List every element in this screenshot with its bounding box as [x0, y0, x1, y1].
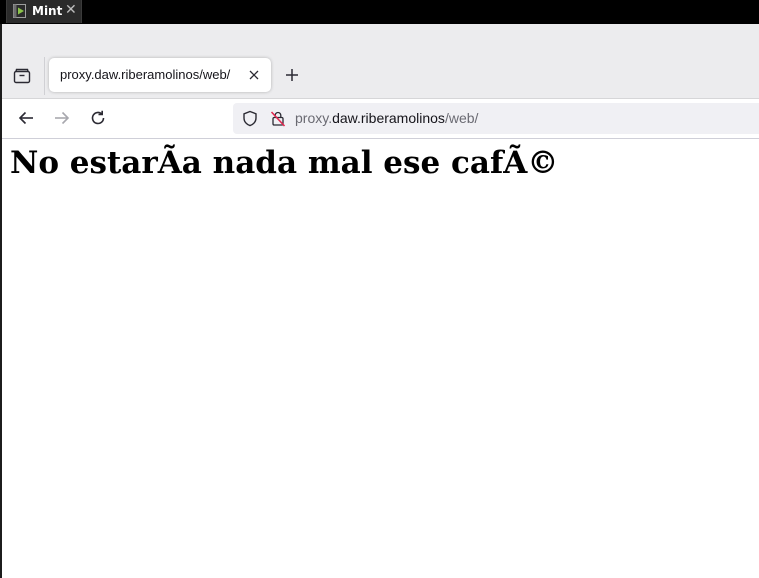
close-icon[interactable] [247, 68, 261, 82]
vm-tab-mint[interactable]: Mint ✕ [6, 0, 82, 23]
url-text[interactable]: proxy.daw.riberamolinos/web/ [295, 110, 478, 126]
browser-window: proxy.daw.riberamolinos/web/ proxy.daw.r… [0, 24, 759, 578]
tab-title: proxy.daw.riberamolinos/web/ [60, 67, 231, 82]
vm-tab-bar: Mint ✕ [0, 0, 759, 24]
navigation-toolbar: proxy.daw.riberamolinos/web/ [2, 98, 759, 139]
tab-overview-icon[interactable] [11, 65, 33, 87]
reload-icon[interactable] [89, 109, 107, 127]
url-prefix: proxy. [295, 110, 333, 126]
tab-active[interactable]: proxy.daw.riberamolinos/web/ [49, 58, 271, 92]
tab-separator [44, 57, 45, 95]
screen: Mint ✕ proxy.daw.riberamolinos/web/ prox… [0, 0, 759, 578]
vm-tab-label: Mint [32, 4, 63, 18]
arrow-left-icon[interactable] [17, 109, 35, 127]
url-domain: daw.riberamolinos [332, 110, 445, 126]
tab-strip: proxy.daw.riberamolinos/web/ [2, 24, 759, 98]
plus-icon[interactable] [284, 67, 300, 83]
vm-close-icon[interactable]: ✕ [65, 2, 77, 18]
page-heading: No estarÃa nada mal ese cafÃ© [10, 145, 559, 181]
page-content: No estarÃa nada mal ese cafÃ© [2, 139, 759, 578]
url-path: /web/ [444, 110, 479, 126]
arrow-right-icon[interactable] [53, 109, 71, 127]
vm-play-icon [13, 4, 26, 18]
url-bar[interactable]: proxy.daw.riberamolinos/web/ [233, 103, 759, 134]
insecure-lock-icon[interactable] [270, 110, 286, 127]
shield-icon[interactable] [242, 110, 258, 127]
